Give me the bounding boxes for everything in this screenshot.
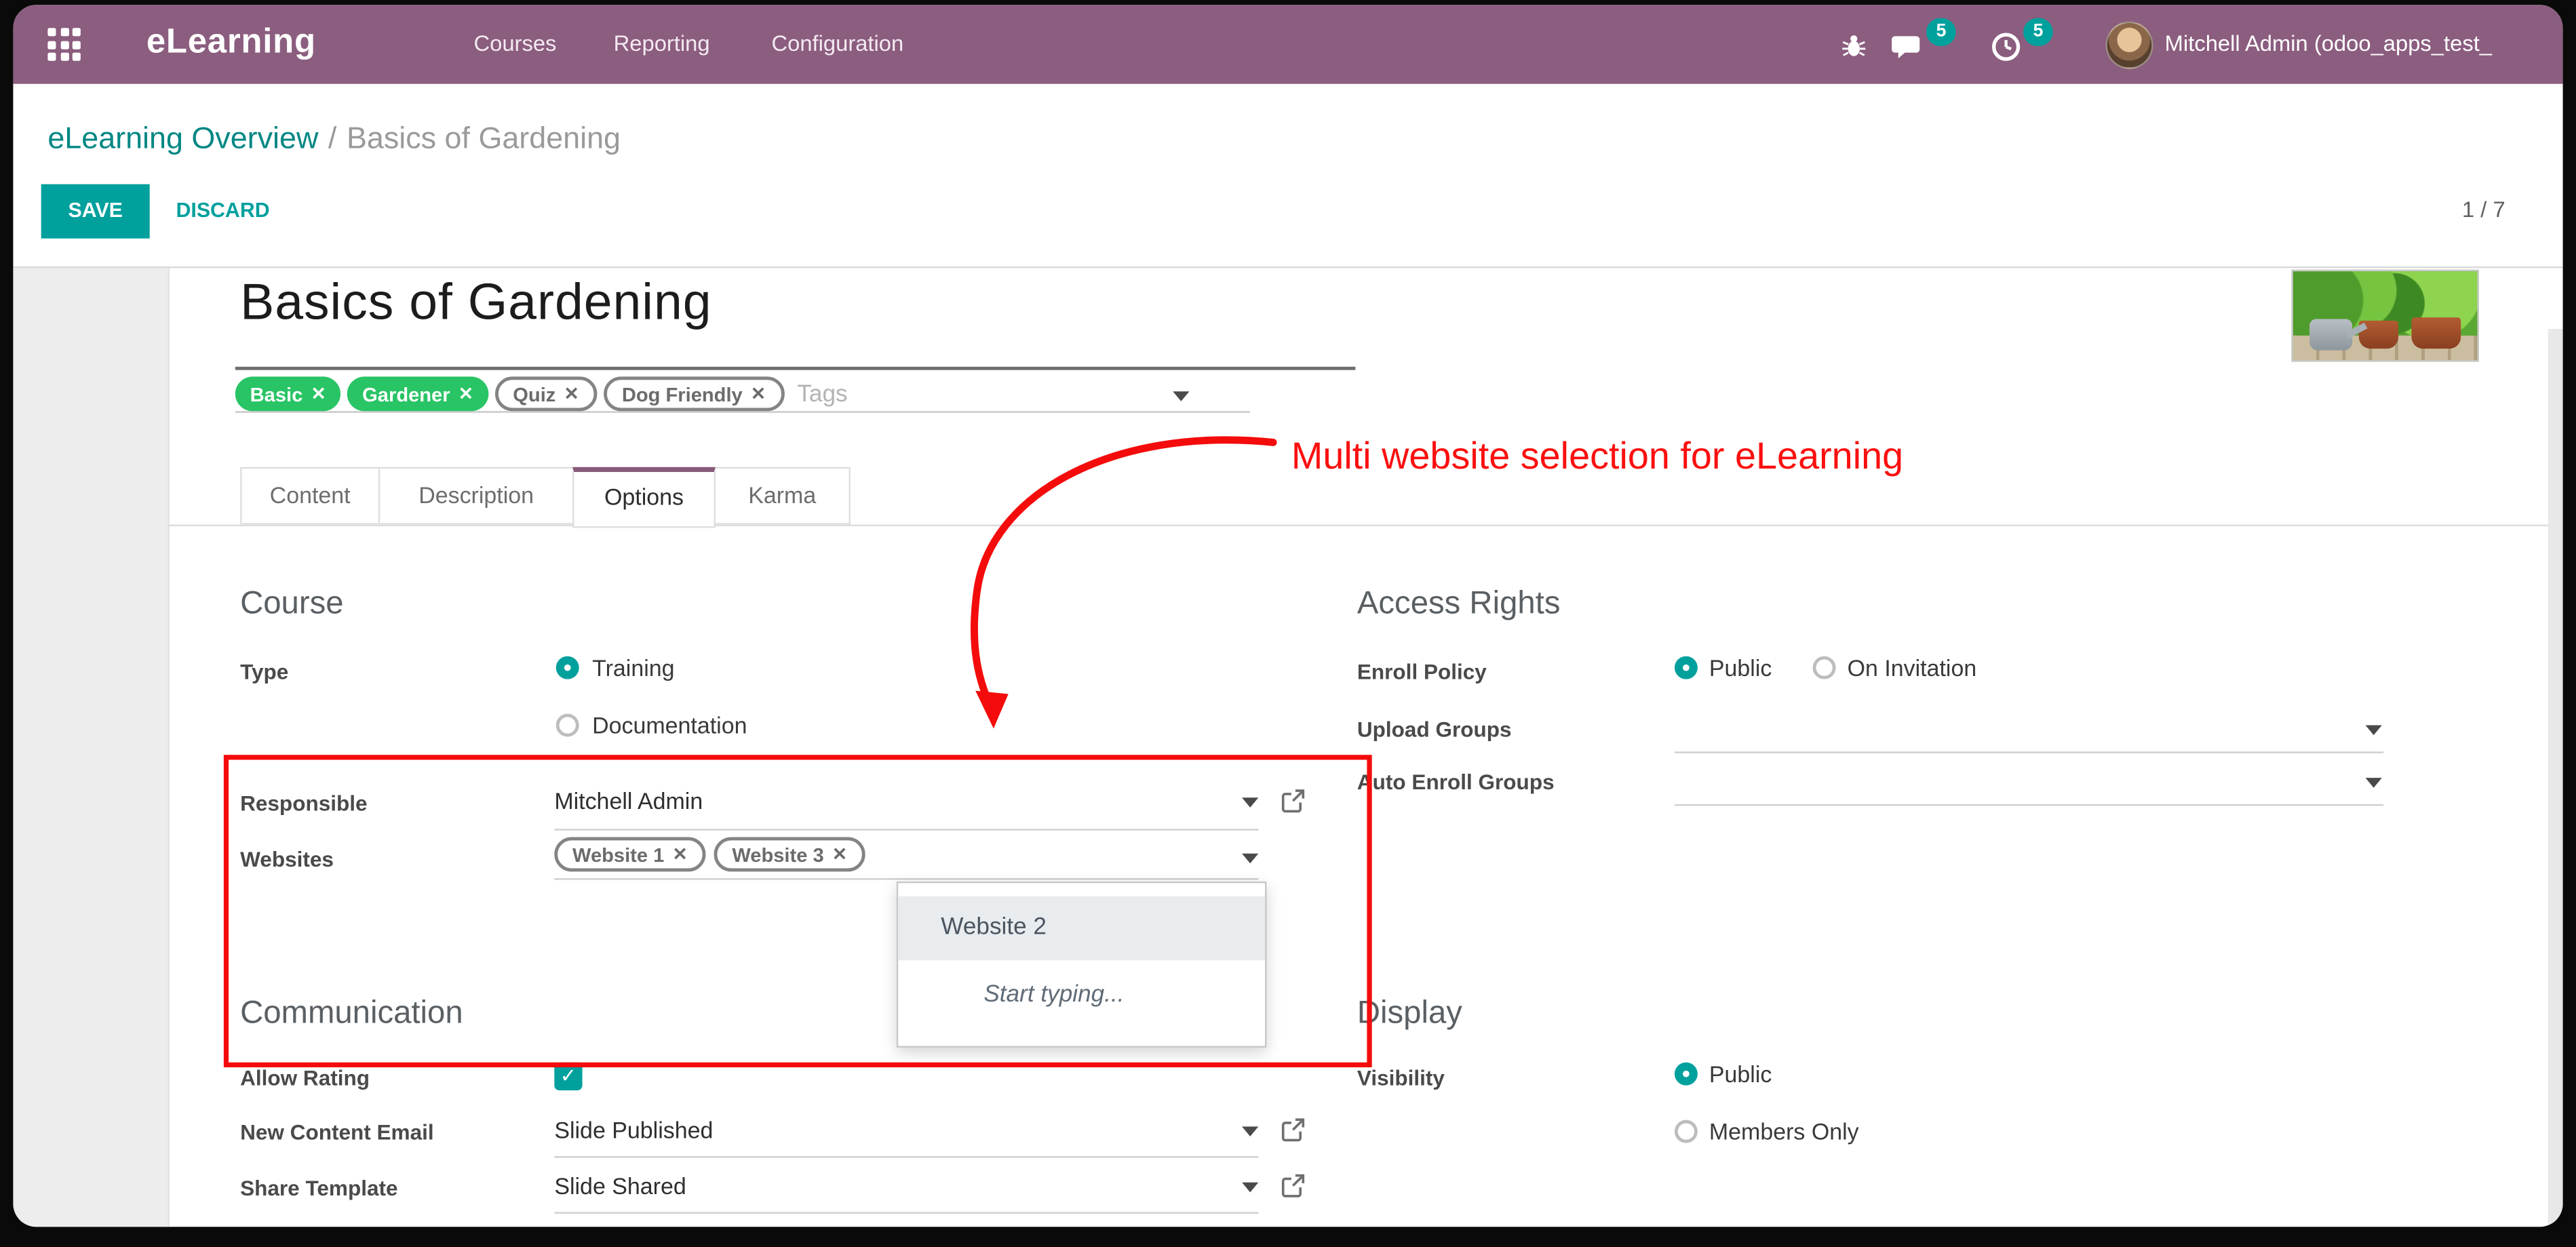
remove-tag-icon[interactable]: ✕ bbox=[311, 383, 326, 405]
tab-description[interactable]: Description bbox=[378, 467, 574, 525]
enroll-invitation-label[interactable]: On Invitation bbox=[1848, 654, 1977, 681]
messages-badge[interactable]: 5 bbox=[1926, 18, 1956, 46]
upload-groups-underline bbox=[1675, 751, 2383, 753]
new-content-email-external-link-icon[interactable] bbox=[1280, 1117, 1306, 1143]
new-content-email-underline bbox=[554, 1156, 1258, 1157]
apps-grid-icon[interactable] bbox=[47, 28, 81, 61]
tags-underline bbox=[235, 411, 1250, 412]
tag-gardener[interactable]: Gardener✕ bbox=[347, 376, 488, 411]
upload-groups-caret[interactable] bbox=[2366, 726, 2382, 736]
auto-enroll-groups-underline bbox=[1675, 804, 2383, 806]
allow-rating-label: Allow Rating bbox=[240, 1066, 370, 1090]
share-template-caret[interactable] bbox=[1242, 1183, 1258, 1193]
share-template-underline bbox=[554, 1212, 1258, 1213]
activities-clock-icon[interactable] bbox=[1991, 31, 2022, 62]
visibility-members-radio[interactable] bbox=[1675, 1120, 1698, 1143]
auto-enroll-groups-caret[interactable] bbox=[2366, 778, 2382, 788]
remove-tag-icon[interactable]: ✕ bbox=[751, 383, 766, 405]
course-image-thumbnail[interactable] bbox=[2291, 270, 2478, 362]
share-template-external-link-icon[interactable] bbox=[1280, 1172, 1306, 1199]
tabs-bottom-border bbox=[168, 525, 2548, 526]
menu-courses[interactable]: Courses bbox=[473, 31, 556, 56]
new-content-email-caret[interactable] bbox=[1242, 1126, 1258, 1136]
visibility-members-label[interactable]: Members Only bbox=[1709, 1118, 1859, 1145]
visibility-label: Visibility bbox=[1357, 1066, 1445, 1090]
top-navbar: eLearning Courses Reporting Configuratio… bbox=[13, 5, 2562, 83]
type-training-radio[interactable] bbox=[556, 656, 579, 679]
type-documentation-radio[interactable] bbox=[556, 714, 579, 737]
record-pager[interactable]: 1 / 7 bbox=[2349, 197, 2505, 222]
scrollbar[interactable] bbox=[2548, 329, 2563, 1227]
enroll-invitation-radio[interactable] bbox=[1813, 656, 1836, 679]
screenshot-stage: eLearning Courses Reporting Configuratio… bbox=[0, 0, 2576, 1246]
title-underline bbox=[235, 367, 1356, 370]
type-training-label[interactable]: Training bbox=[592, 654, 674, 681]
type-label: Type bbox=[240, 660, 288, 684]
tags-field[interactable]: Basic✕ Gardener✕ Quiz✕ Dog Friendly✕ Tag… bbox=[235, 376, 848, 411]
tab-content[interactable]: Content bbox=[240, 467, 380, 525]
user-menu[interactable]: Mitchell Admin (odoo_apps_test_ bbox=[2165, 31, 2492, 56]
new-content-email-label: New Content Email bbox=[240, 1120, 434, 1145]
breadcrumb: eLearning Overview/Basics of Gardening bbox=[47, 120, 621, 156]
tab-karma[interactable]: Karma bbox=[714, 467, 851, 525]
annotation-highlight-box bbox=[224, 755, 1372, 1067]
display-section-heading: Display bbox=[1357, 995, 1462, 1033]
breadcrumb-current: Basics of Gardening bbox=[347, 120, 621, 155]
new-content-email-value[interactable]: Slide Published bbox=[554, 1117, 713, 1143]
tag-quiz[interactable]: Quiz✕ bbox=[495, 376, 598, 411]
menu-reporting[interactable]: Reporting bbox=[614, 31, 710, 56]
enroll-policy-label: Enroll Policy bbox=[1357, 660, 1487, 684]
activities-badge[interactable]: 5 bbox=[2023, 18, 2053, 46]
bug-icon[interactable] bbox=[1841, 33, 1867, 60]
user-avatar[interactable] bbox=[2105, 22, 2153, 69]
visibility-public-radio[interactable] bbox=[1675, 1063, 1698, 1086]
control-panel-divider bbox=[13, 266, 2562, 268]
app-window: eLearning Courses Reporting Configuratio… bbox=[13, 5, 2562, 1227]
share-template-value[interactable]: Slide Shared bbox=[554, 1172, 686, 1199]
enroll-public-label[interactable]: Public bbox=[1709, 654, 1772, 681]
tags-placeholder: Tags bbox=[797, 380, 847, 407]
remove-tag-icon[interactable]: ✕ bbox=[458, 383, 473, 405]
tab-options[interactable]: Options bbox=[572, 467, 716, 528]
course-title-input[interactable]: Basics of Gardening bbox=[240, 273, 711, 332]
tags-dropdown-caret[interactable] bbox=[1173, 391, 1189, 401]
auto-enroll-groups-label: Auto Enroll Groups bbox=[1357, 770, 1555, 794]
annotation-text: Multi website selection for eLearning bbox=[1291, 434, 1903, 478]
tag-basic[interactable]: Basic✕ bbox=[235, 376, 341, 411]
app-title[interactable]: eLearning bbox=[147, 23, 316, 62]
remove-tag-icon[interactable]: ✕ bbox=[564, 383, 579, 405]
upload-groups-label: Upload Groups bbox=[1357, 717, 1512, 741]
enroll-public-radio[interactable] bbox=[1675, 656, 1698, 679]
menu-configuration[interactable]: Configuration bbox=[771, 31, 903, 56]
discard-button[interactable]: DISCARD bbox=[176, 199, 270, 222]
access-rights-section-heading: Access Rights bbox=[1357, 585, 1561, 623]
save-button[interactable]: SAVE bbox=[41, 184, 150, 239]
breadcrumb-separator: / bbox=[318, 120, 347, 155]
breadcrumb-parent-link[interactable]: eLearning Overview bbox=[47, 120, 318, 155]
share-template-label: Share Template bbox=[240, 1176, 397, 1200]
plant-pot bbox=[2411, 317, 2461, 349]
messages-icon[interactable] bbox=[1892, 33, 1928, 66]
type-documentation-label[interactable]: Documentation bbox=[592, 712, 747, 738]
sheet-left-margin bbox=[13, 268, 169, 1227]
course-section-heading: Course bbox=[240, 585, 343, 623]
tag-dog-friendly[interactable]: Dog Friendly✕ bbox=[604, 376, 784, 411]
visibility-public-label[interactable]: Public bbox=[1709, 1061, 1772, 1087]
